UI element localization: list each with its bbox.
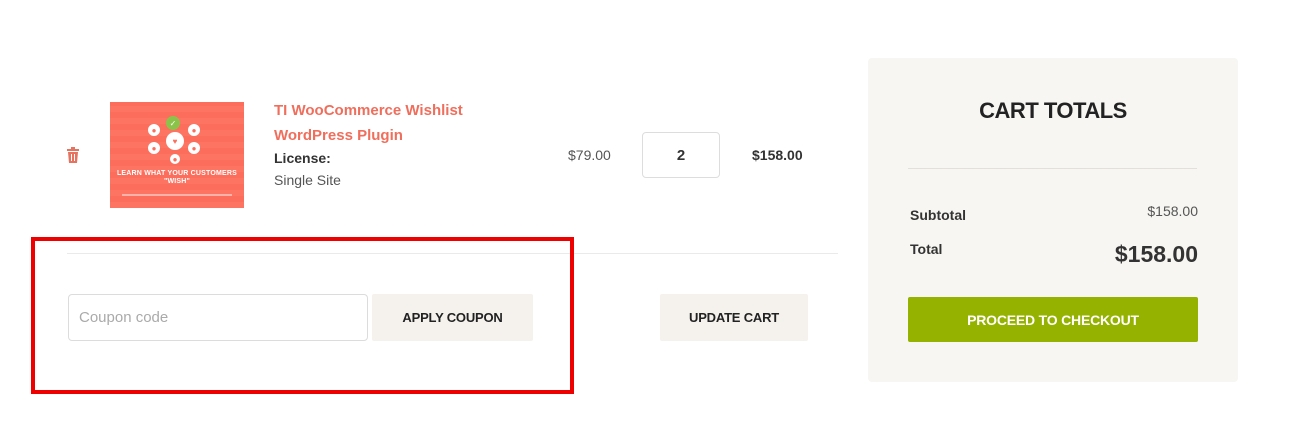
user-icon: ●: [170, 154, 180, 164]
check-icon: ✓: [166, 116, 180, 130]
tag-icon: ●: [148, 124, 160, 136]
coupon-code-input[interactable]: [68, 294, 368, 341]
quantity-input[interactable]: [642, 132, 720, 178]
list-icon: ●: [188, 142, 200, 154]
thumbnail-subcaption-bar: [122, 194, 232, 196]
license-label: License:: [274, 150, 331, 166]
cart-icon: ●: [188, 124, 200, 136]
subtotal-label: Subtotal: [910, 207, 966, 223]
total-label: Total: [910, 241, 943, 257]
cart-totals-title: CART TOTALS: [979, 98, 1127, 123]
proceed-to-checkout-button[interactable]: PROCEED TO CHECKOUT: [908, 297, 1198, 342]
share-icon: ●: [148, 142, 160, 154]
totals-divider: [908, 168, 1197, 169]
total-value: $158.00: [1114, 241, 1198, 267]
update-cart-button[interactable]: UPDATE CART: [660, 294, 808, 341]
apply-coupon-button[interactable]: APPLY COUPON: [372, 294, 533, 341]
heart-icon: ♥: [166, 132, 184, 150]
row-divider: [67, 253, 838, 254]
product-name-link[interactable]: TI WooCommerce Wishlist WordPress Plugin: [274, 98, 504, 148]
subtotal-value: $158.00: [1147, 203, 1198, 219]
license-value: Single Site: [274, 172, 341, 188]
thumbnail-caption: LEARN WHAT YOUR CUSTOMERS "WISH": [116, 170, 238, 185]
product-thumbnail[interactable]: ✓ ● ● ♥ ● ● ● LEARN WHAT YOUR CUSTOMERS …: [110, 102, 244, 208]
trash-icon[interactable]: [66, 147, 80, 163]
line-subtotal: $158.00: [752, 147, 803, 163]
unit-price: $79.00: [568, 147, 611, 163]
